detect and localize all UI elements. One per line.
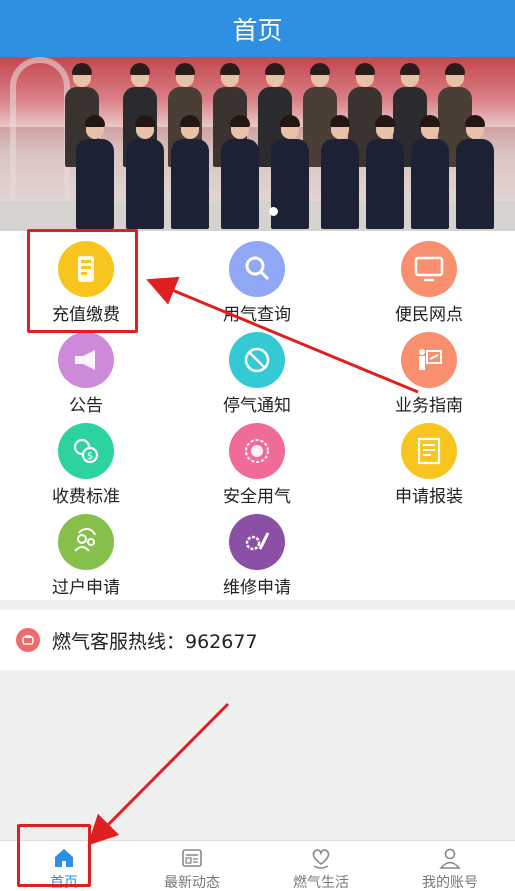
service-business-guide[interactable]: 业务指南 [343,322,515,416]
service-announcements[interactable]: 公告 [0,322,172,416]
service-gas-usage-query[interactable]: 用气查询 [171,231,343,325]
tab-my-account[interactable]: 我的账号 [386,841,514,891]
service-transfer-application[interactable]: 过户申请 [0,504,172,598]
news-icon [182,849,202,867]
photo-person [320,115,360,231]
service-charging-standards[interactable]: $ 收费标准 [0,413,172,507]
carousel-indicator[interactable] [269,207,278,216]
heart-hand-icon [312,849,330,869]
photo-person [365,115,405,231]
transfer-users-icon [58,514,114,570]
document-icon [401,423,457,479]
guide-board-icon [401,332,457,388]
wrench-gear-icon [229,514,285,570]
service-label: 申请报装 [395,487,463,507]
photo-person [455,115,495,231]
highlight-box-home-tab [17,824,91,887]
monitor-icon [401,241,457,297]
photo-person [220,115,260,231]
tab-label: 最新动态 [164,875,220,891]
phone-icon [16,628,40,652]
service-installation-application[interactable]: 申请报装 [343,413,515,507]
service-repair-application[interactable]: 维修申请 [171,504,343,598]
photo-person [75,115,115,231]
magnifier-icon [229,241,285,297]
tab-gas-life[interactable]: 燃气生活 [257,841,385,891]
svg-text:$: $ [87,451,93,462]
hotline-text: 燃气客服热线：962677 [52,630,258,653]
service-safe-gas-use[interactable]: 安全用气 [171,413,343,507]
coins-icon: $ [58,423,114,479]
photo-person [125,115,165,231]
service-label: 过户申请 [52,578,120,598]
banner-carousel[interactable] [0,57,515,231]
tab-label: 燃气生活 [293,875,349,891]
tab-latest-news[interactable]: 最新动态 [128,841,256,891]
customer-hotline[interactable]: 燃气客服热线：962677 [0,610,515,670]
tab-label: 我的账号 [422,875,478,891]
service-gas-outage-notice[interactable]: 停气通知 [171,322,343,416]
app-header: 首页 [0,0,515,57]
user-icon [439,848,461,869]
photo-person [410,115,450,231]
banner-decoration [10,57,70,207]
megaphone-icon [58,332,114,388]
service-label: 维修申请 [223,578,291,598]
highlight-box-recharge [27,229,138,333]
page-title: 首页 [232,15,283,45]
photo-person [170,115,210,231]
service-service-outlets[interactable]: 便民网点 [343,231,515,325]
gas-off-icon [229,332,285,388]
safety-gear-icon [229,423,285,479]
